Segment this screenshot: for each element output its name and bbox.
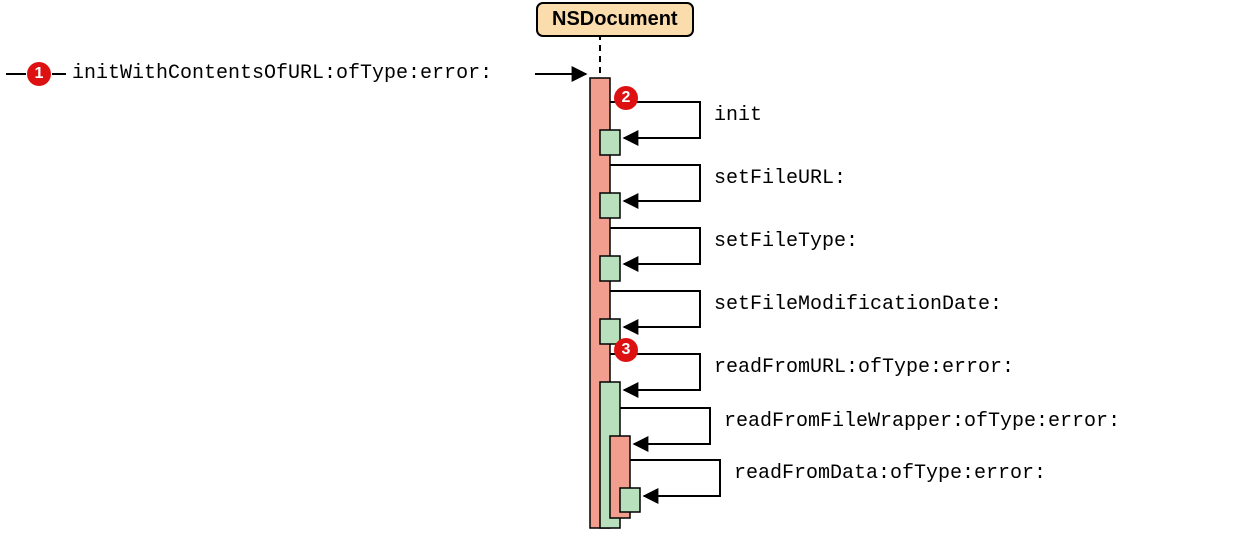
label-setfilemodificationdate: setFileModificationDate:: [714, 293, 1002, 316]
label-readfromdata: readFromData:ofType:error:: [734, 462, 1046, 485]
label-setfileurl: setFileURL:: [714, 167, 846, 190]
badge-number: 3: [622, 341, 631, 358]
class-name: NSDocument: [552, 8, 678, 30]
class-box-nsdocument: NSDocument: [536, 2, 694, 37]
step-badge-1: 1: [27, 62, 51, 86]
label-init: init: [714, 104, 762, 127]
step-badge-3: 3: [614, 338, 638, 362]
label-readfromurl: readFromURL:ofType:error:: [714, 356, 1014, 379]
step-badge-2: 2: [614, 86, 638, 110]
badge-number: 2: [622, 89, 631, 106]
label-readfromfilewrapper: readFromFileWrapper:ofType:error:: [724, 410, 1120, 433]
label-entry-method: initWithContentsOfURL:ofType:error:: [72, 62, 492, 85]
label-setfiletype: setFileType:: [714, 230, 858, 253]
badge-number: 1: [35, 65, 44, 82]
